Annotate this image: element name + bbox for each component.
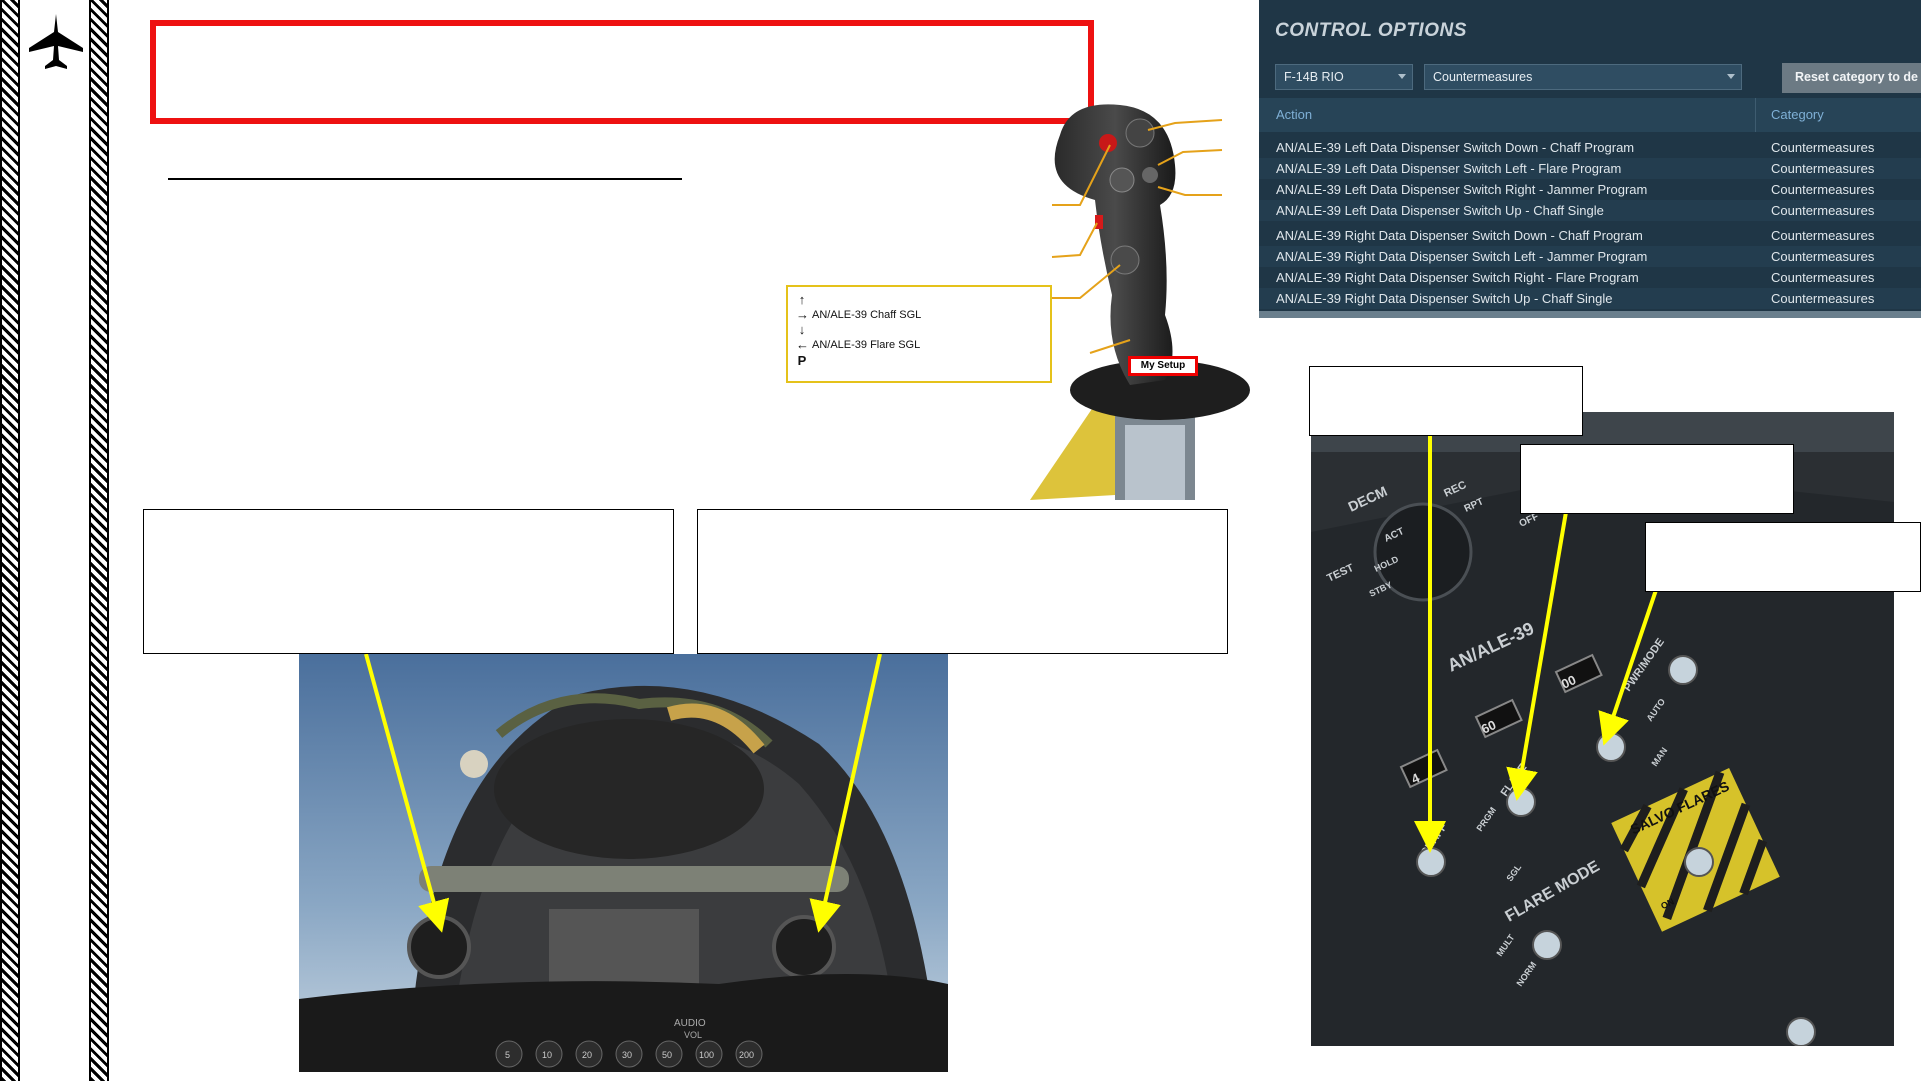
caption-box-jammer <box>1645 522 1921 592</box>
arrow-jammer-switch <box>1598 589 1658 746</box>
caption-box-chaff <box>1309 366 1583 436</box>
caption-box-left-dispenser <box>143 509 674 654</box>
caption-box-flare <box>1520 444 1794 514</box>
arrow-left-dispenser <box>364 653 450 933</box>
arrow-flare-switch <box>1506 511 1568 801</box>
caption-box-right-dispenser <box>697 509 1228 654</box>
arrow-right-dispenser <box>809 653 882 933</box>
